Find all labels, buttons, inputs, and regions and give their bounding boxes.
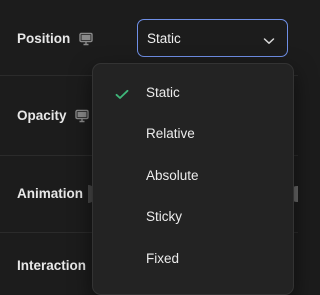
chevron-down-icon (263, 33, 275, 44)
dropdown-option-fixed[interactable]: Fixed (93, 242, 293, 276)
dropdown-option-label: Relative (146, 126, 195, 141)
dropdown-option-label: Sticky (146, 209, 183, 224)
dropdown-option-static[interactable]: Static (93, 76, 293, 110)
dropdown-option-label: Absolute (146, 168, 199, 183)
desktop-icon (75, 109, 89, 123)
interaction-label: Interaction (17, 258, 87, 273)
properties-panel: Position Static Opacity Animation Intera… (0, 0, 298, 295)
dropdown-option-label: Fixed (146, 251, 180, 266)
checkmark-icon (115, 87, 129, 99)
opacity-label: Opacity (17, 108, 67, 123)
animation-label: Animation (17, 186, 83, 201)
dropdown-option-relative[interactable]: Relative (93, 117, 293, 151)
dropdown-option-label: Static (146, 85, 180, 100)
position-label: Position (17, 31, 71, 46)
desktop-icon (79, 32, 93, 46)
dropdown-option-absolute[interactable]: Absolute (93, 159, 293, 193)
position-dropdown-menu: Static Relative Absolute Sticky Fixed (92, 63, 294, 295)
dropdown-option-sticky[interactable]: Sticky (93, 200, 293, 234)
position-select[interactable]: Static (137, 19, 288, 57)
position-select-value: Static (147, 31, 181, 46)
